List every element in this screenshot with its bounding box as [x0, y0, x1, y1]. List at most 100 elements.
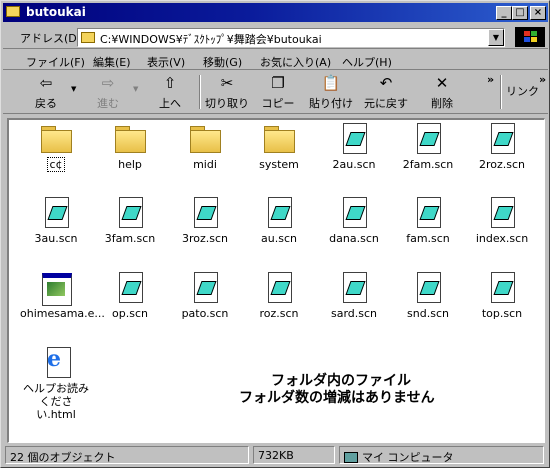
file-name: 3roz.scn	[181, 232, 229, 245]
back-dropdown-icon[interactable]: ▼	[71, 85, 76, 93]
file-item[interactable]: snd.scn	[391, 271, 465, 320]
file-item[interactable]: 3roz.scn	[168, 196, 242, 245]
file-item[interactable]: 3au.scn	[19, 196, 93, 245]
back-arrow-icon: ⇦	[39, 74, 53, 92]
menu-edit[interactable]: 編集(E)	[90, 53, 134, 71]
maximize-button[interactable]: □	[512, 6, 528, 20]
paste-icon: 📋	[321, 74, 341, 92]
file-name: snd.scn	[407, 307, 449, 320]
application-icon	[40, 271, 72, 306]
file-item[interactable]: system	[242, 122, 316, 171]
menu-view[interactable]: 表示(V)	[144, 53, 188, 71]
links-label[interactable]: リンク	[506, 83, 539, 99]
file-name: ヘルプお読み ください.html	[23, 382, 89, 421]
paste-label: 貼り付け	[309, 97, 353, 110]
file-name: help	[118, 158, 142, 171]
file-item[interactable]: c¢	[19, 122, 93, 172]
scn-file-icon	[338, 122, 370, 154]
file-item[interactable]: op.scn	[93, 271, 167, 320]
copy-button[interactable]: ❐ コピー	[255, 73, 301, 113]
window-title: butoukai	[26, 5, 86, 19]
file-name: system	[259, 158, 299, 171]
address-dropdown-button[interactable]: ▼	[488, 29, 504, 46]
html-document-icon	[40, 346, 72, 378]
file-item[interactable]: help	[93, 122, 167, 171]
forward-dropdown-icon: ▼	[133, 85, 139, 93]
file-item[interactable]: ヘルプお読み ください.html	[19, 346, 93, 421]
scn-file-icon	[338, 196, 370, 228]
scn-file-icon	[338, 271, 370, 303]
my-computer-icon	[344, 452, 358, 463]
status-size: 732KB	[253, 446, 335, 464]
back-label: 戻る	[35, 97, 57, 110]
file-item[interactable]: 3fam.scn	[93, 196, 167, 245]
folder-icon	[81, 32, 95, 43]
file-item[interactable]: pato.scn	[168, 271, 242, 320]
scn-file-icon	[114, 196, 146, 228]
delete-x-icon: ✕	[435, 74, 449, 92]
minimize-button[interactable]: _	[496, 6, 512, 20]
menu-go[interactable]: 移動(G)	[200, 53, 245, 71]
close-button[interactable]: ×	[530, 6, 546, 20]
file-item[interactable]: 2roz.scn	[465, 122, 539, 171]
paste-button[interactable]: 📋 貼り付け	[304, 73, 358, 113]
file-name: 2fam.scn	[402, 158, 454, 171]
toolbar-separator	[500, 75, 502, 109]
status-location-label: マイ コンピュータ	[362, 451, 454, 464]
toolbar-chevron[interactable]: »	[487, 73, 494, 86]
title-bar[interactable]: butoukai _ □ ×	[3, 3, 548, 22]
menu-favorites[interactable]: お気に入り(A)	[257, 53, 334, 71]
scn-file-icon	[263, 271, 295, 303]
file-name: index.scn	[475, 232, 529, 245]
file-name: au.scn	[261, 232, 297, 245]
scn-file-icon	[486, 122, 518, 154]
menu-file[interactable]: ファイル(F)	[23, 53, 88, 71]
file-name: top.scn	[481, 307, 523, 320]
undo-label: 元に戻す	[364, 97, 408, 110]
file-item[interactable]: 2fam.scn	[391, 122, 465, 171]
file-name: 3fam.scn	[104, 232, 156, 245]
status-bar: 22 個のオブジェクト 732KB マイ コンピュータ	[3, 444, 548, 466]
links-chevron[interactable]: »	[539, 73, 546, 86]
windows-logo-icon	[515, 27, 545, 47]
toolbar-separator	[199, 75, 201, 109]
undo-icon: ↶	[379, 74, 393, 92]
file-item[interactable]: roz.scn	[242, 271, 316, 320]
file-item[interactable]: ohimesama.e...	[19, 271, 105, 320]
file-item[interactable]: 2au.scn	[317, 122, 391, 171]
copy-icon: ❐	[271, 74, 285, 92]
undo-button[interactable]: ↶ 元に戻す	[361, 73, 411, 113]
address-input[interactable]: C:¥WINDOWS¥ﾃﾞｽｸﾄｯﾌﾟ¥舞踏会¥butoukai ▼	[77, 28, 505, 47]
file-name: roz.scn	[259, 307, 299, 320]
file-item[interactable]: au.scn	[242, 196, 316, 245]
file-name: fam.scn	[406, 232, 450, 245]
annotation-line-2: フォルダ数の増減はありません	[239, 390, 435, 406]
menu-bar: ファイル(F) 編集(E) 表示(V) 移動(G) お気に入り(A) ヘルプ(H…	[3, 50, 548, 70]
scn-file-icon	[263, 196, 295, 228]
scn-file-icon	[40, 196, 72, 228]
file-item[interactable]: dana.scn	[317, 196, 391, 245]
address-bar: アドレス(D) C:¥WINDOWS¥ﾃﾞｽｸﾄｯﾌﾟ¥舞踏会¥butoukai…	[3, 25, 548, 49]
file-name: 3au.scn	[34, 232, 78, 245]
cut-button[interactable]: ✂ 切り取り	[204, 73, 250, 113]
file-name: c¢	[47, 157, 65, 172]
file-item[interactable]: midi	[168, 122, 242, 171]
menu-help[interactable]: ヘルプ(H)	[339, 53, 395, 71]
copy-label: コピー	[261, 97, 295, 110]
up-button[interactable]: ⇧ 上へ	[147, 73, 193, 113]
file-item[interactable]: fam.scn	[391, 196, 465, 245]
file-name: 2roz.scn	[478, 158, 526, 171]
back-button[interactable]: ⇦ 戻る	[23, 73, 69, 113]
forward-button: ⇨ 進む	[85, 73, 131, 113]
annotation: フォルダ内のファイル フォルダ数の増減はありません	[239, 373, 435, 407]
delete-button[interactable]: ✕ 削除	[419, 73, 465, 113]
file-item[interactable]: index.scn	[465, 196, 539, 245]
file-name: 2au.scn	[332, 158, 376, 171]
address-label: アドレス(D)	[20, 32, 82, 45]
annotation-line-1: フォルダ内のファイル	[271, 373, 411, 389]
folder-icon	[6, 6, 20, 17]
file-item[interactable]: top.scn	[465, 271, 539, 320]
folder-icon	[189, 122, 221, 154]
file-item[interactable]: sard.scn	[317, 271, 391, 320]
folder-icon	[114, 122, 146, 154]
